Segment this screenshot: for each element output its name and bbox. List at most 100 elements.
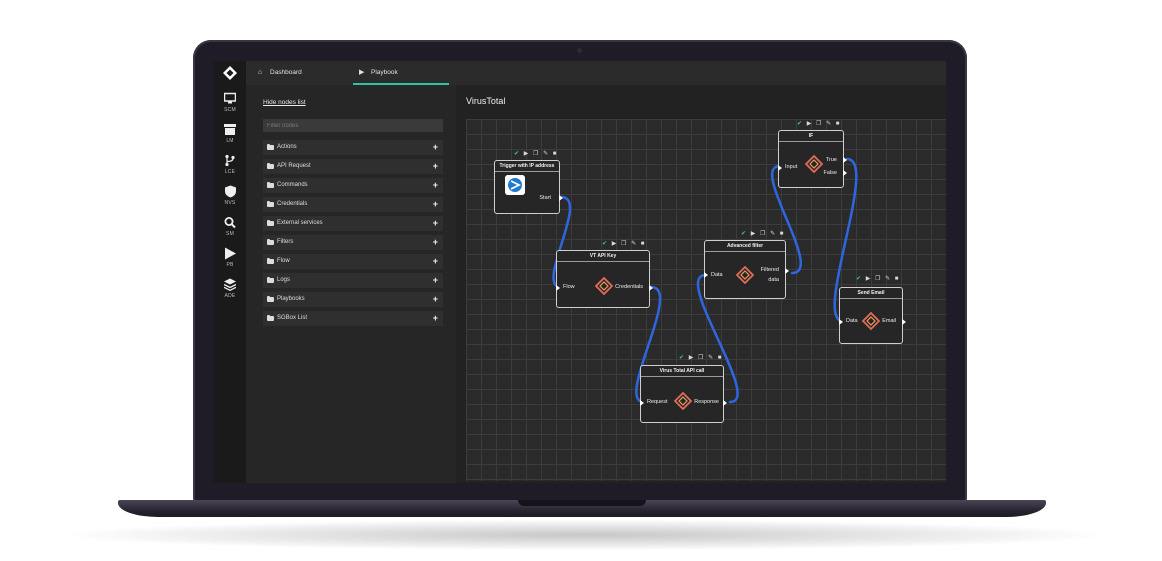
copy-icon[interactable]: ❐: [875, 276, 882, 282]
plus-icon[interactable]: +: [433, 273, 438, 288]
category-filters[interactable]: Filters +: [263, 235, 443, 250]
node-vt-api-call[interactable]: Virus Total API call Request Response: [640, 365, 727, 423]
rail-item-lm[interactable]: LM: [214, 123, 246, 144]
edit-icon[interactable]: ✎: [631, 241, 638, 247]
input-port-icon[interactable]: [839, 319, 843, 325]
run-icon[interactable]: ▶: [807, 121, 813, 127]
category-flow[interactable]: Flow +: [263, 254, 443, 269]
node-trigger[interactable]: Trigger with IP address Start: [494, 160, 563, 214]
plus-icon[interactable]: +: [433, 292, 438, 307]
delete-icon[interactable]: ■: [718, 355, 723, 361]
rail-item-nvs[interactable]: NVS: [214, 185, 246, 206]
node-toolbar-if[interactable]: ✔ ▶ ❐ ✎ ■: [797, 120, 841, 127]
check-icon[interactable]: ✔: [602, 241, 609, 247]
rail-item-sm[interactable]: SM: [214, 216, 246, 237]
output-port-icon[interactable]: [723, 400, 727, 406]
run-icon[interactable]: ▶: [524, 151, 530, 157]
check-icon[interactable]: ✔: [679, 355, 686, 361]
tab-playbook[interactable]: ▶ Playbook: [353, 61, 449, 85]
playbook-canvas-grid[interactable]: ✔ ▶ ❐ ✎ ■ Trigger with IP address Start …: [466, 119, 946, 481]
rail-item-ade[interactable]: ADE: [214, 278, 246, 299]
category-label: API Request: [277, 163, 311, 169]
diamond-icon: [674, 392, 692, 410]
node-toolbar-trigger[interactable]: ✔ ▶ ❐ ✎ ■: [514, 150, 558, 157]
output-port-icon[interactable]: [785, 268, 789, 274]
node-advanced-filter[interactable]: Advanced filter Data Filtered data: [704, 240, 789, 299]
edit-icon[interactable]: ✎: [708, 355, 715, 361]
filter-nodes-input[interactable]: [263, 119, 443, 132]
delete-icon[interactable]: ■: [895, 276, 900, 282]
node-send-email[interactable]: Send Email Data Email: [839, 287, 906, 344]
output-true-port-icon[interactable]: [843, 157, 847, 163]
delete-icon[interactable]: ■: [836, 121, 841, 127]
input-port-icon[interactable]: [778, 165, 782, 171]
rail-item-lce[interactable]: LCE: [214, 154, 246, 175]
play-icon: ▶: [359, 69, 365, 76]
delete-icon[interactable]: ■: [553, 151, 558, 157]
node-toolbar-vtcall[interactable]: ✔ ▶ ❐ ✎ ■: [679, 354, 723, 361]
output-port-icon[interactable]: [649, 285, 653, 291]
copy-icon[interactable]: ❐: [698, 355, 705, 361]
plus-icon[interactable]: +: [433, 197, 438, 212]
category-commands[interactable]: Commands +: [263, 178, 443, 193]
input-port-icon[interactable]: [640, 400, 644, 406]
category-sgbox-list[interactable]: SGBox List +: [263, 311, 443, 326]
copy-icon[interactable]: ❐: [760, 231, 767, 237]
category-label: Commands: [277, 182, 308, 188]
check-icon[interactable]: ✔: [514, 151, 521, 157]
category-external-services[interactable]: External services +: [263, 216, 443, 231]
tab-dashboard[interactable]: ⌂ Dashboard: [252, 61, 342, 85]
plus-icon[interactable]: +: [433, 140, 438, 155]
diamond-icon: [595, 277, 613, 295]
rail-item-pb[interactable]: PB: [214, 247, 246, 268]
run-icon[interactable]: ▶: [866, 276, 872, 282]
check-icon[interactable]: ✔: [856, 276, 863, 282]
plus-icon[interactable]: +: [433, 254, 438, 269]
node-if[interactable]: IF Input True False: [778, 130, 847, 188]
category-playbooks[interactable]: Playbooks +: [263, 292, 443, 307]
node-vt-api-key[interactable]: VT API Key Flow Credentials: [556, 250, 653, 308]
node-toolbar-vtkey[interactable]: ✔ ▶ ❐ ✎ ■: [602, 240, 646, 247]
diamond-icon: [805, 155, 823, 173]
plus-icon[interactable]: +: [433, 311, 438, 326]
delete-icon[interactable]: ■: [780, 231, 785, 237]
plus-icon[interactable]: +: [433, 159, 438, 174]
port-label: True: [825, 157, 837, 163]
delete-icon[interactable]: ■: [641, 241, 646, 247]
hide-nodes-link[interactable]: Hide nodes list: [263, 99, 306, 106]
category-logs[interactable]: Logs +: [263, 273, 443, 288]
rail-item-scm[interactable]: SCM: [214, 92, 246, 113]
category-credentials[interactable]: Credentials +: [263, 197, 443, 212]
port-label: Credentials: [615, 284, 643, 290]
copy-icon[interactable]: ❐: [621, 241, 628, 247]
edit-icon[interactable]: ✎: [543, 151, 550, 157]
edit-icon[interactable]: ✎: [770, 231, 777, 237]
run-icon[interactable]: ▶: [751, 231, 757, 237]
category-actions[interactable]: Actions +: [263, 140, 443, 155]
check-icon[interactable]: ✔: [741, 231, 748, 237]
port-label: Request: [647, 399, 668, 405]
playbook-title: VirusTotal: [466, 96, 506, 106]
input-port-icon[interactable]: [704, 272, 708, 278]
output-port-icon[interactable]: [902, 319, 906, 325]
app-logo-icon[interactable]: [223, 66, 237, 80]
output-false-port-icon[interactable]: [843, 170, 847, 176]
plus-icon[interactable]: +: [433, 178, 438, 193]
folder-icon: [267, 257, 274, 264]
node-toolbar-email[interactable]: ✔ ▶ ❐ ✎ ■: [856, 275, 900, 282]
output-port-icon[interactable]: [559, 195, 563, 201]
edit-icon[interactable]: ✎: [826, 121, 833, 127]
run-icon[interactable]: ▶: [612, 241, 618, 247]
shield-icon: [224, 185, 236, 198]
playbook-canvas-area: VirusTotal ✔ ▶ ❐ ✎ ■ Trigger with IP add…: [456, 85, 946, 483]
plus-icon[interactable]: +: [433, 216, 438, 231]
check-icon[interactable]: ✔: [797, 121, 804, 127]
input-port-icon[interactable]: [556, 285, 560, 291]
plus-icon[interactable]: +: [433, 235, 438, 250]
node-toolbar-filter[interactable]: ✔ ▶ ❐ ✎ ■: [741, 230, 785, 237]
edit-icon[interactable]: ✎: [885, 276, 892, 282]
copy-icon[interactable]: ❐: [816, 121, 823, 127]
run-icon[interactable]: ▶: [689, 355, 695, 361]
category-api-request[interactable]: API Request +: [263, 159, 443, 174]
copy-icon[interactable]: ❐: [533, 151, 540, 157]
